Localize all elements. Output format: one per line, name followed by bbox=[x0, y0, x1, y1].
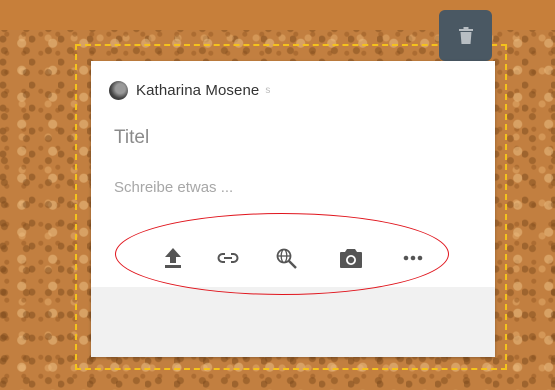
card-footer bbox=[91, 287, 495, 357]
avatar bbox=[109, 80, 128, 100]
upload-button[interactable] bbox=[158, 243, 188, 273]
trash-icon bbox=[458, 27, 473, 44]
body-field[interactable] bbox=[114, 179, 474, 196]
post-card: Katharina Mosene s bbox=[91, 61, 495, 357]
camera-button[interactable] bbox=[336, 243, 366, 273]
delete-button[interactable] bbox=[439, 10, 492, 61]
more-button[interactable] bbox=[398, 243, 428, 273]
link-icon bbox=[217, 253, 239, 263]
web-search-button[interactable] bbox=[271, 243, 301, 273]
camera-icon bbox=[340, 248, 362, 268]
author-name: Katharina Mosene bbox=[136, 81, 260, 99]
author-row: Katharina Mosene s bbox=[109, 79, 270, 101]
more-icon bbox=[403, 255, 423, 261]
web-search-icon bbox=[276, 248, 297, 269]
upload-icon bbox=[165, 248, 181, 268]
author-badge: s bbox=[265, 84, 271, 96]
link-button[interactable] bbox=[213, 243, 243, 273]
title-field[interactable] bbox=[114, 127, 474, 149]
attachment-toolbar bbox=[91, 243, 495, 273]
